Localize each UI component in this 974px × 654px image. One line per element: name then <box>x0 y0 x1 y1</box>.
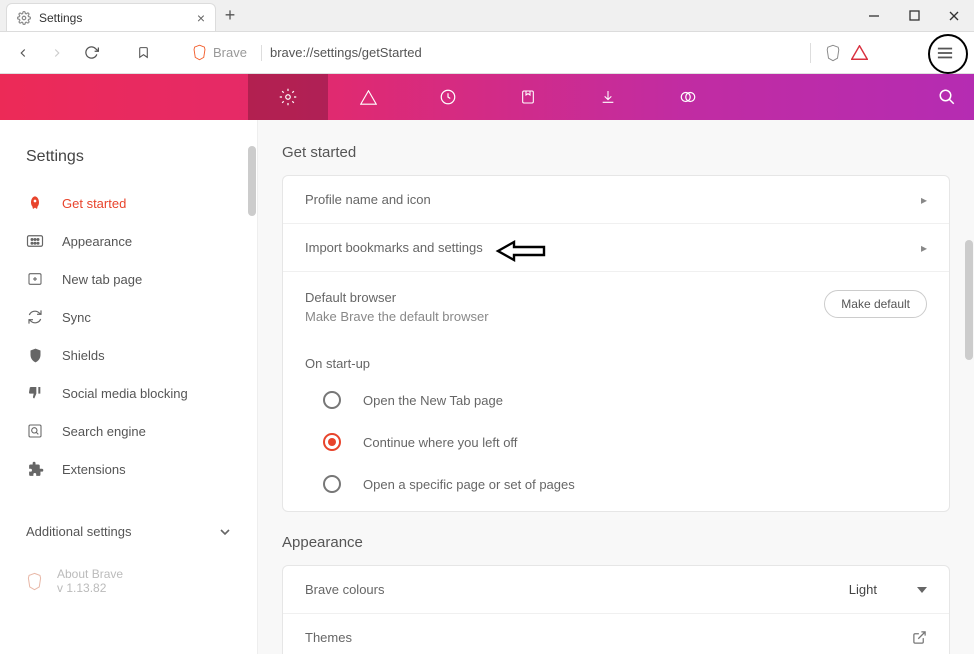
sidebar-item-label: New tab page <box>62 272 142 287</box>
additional-settings-toggle[interactable]: Additional settings <box>0 506 257 553</box>
settings-content: Get started Profile name and icon ▸ Impo… <box>258 120 974 654</box>
about-title: About Brave <box>57 567 123 581</box>
search-square-icon <box>26 422 44 440</box>
chevron-down-icon <box>219 528 231 536</box>
brave-colours-value: Light <box>849 582 877 597</box>
rocket-icon <box>26 194 44 212</box>
brave-colours-select[interactable]: Light <box>849 582 927 597</box>
startup-option-label: Continue where you left off <box>363 435 517 450</box>
sidebar-scrollbar[interactable] <box>248 146 256 216</box>
bookmark-button[interactable] <box>128 38 158 68</box>
hamburger-menu-button[interactable] <box>930 38 960 68</box>
default-browser-row: Default browser Make Brave the default b… <box>283 271 949 342</box>
strip-wallet-icon[interactable] <box>648 74 728 120</box>
forward-button[interactable] <box>42 38 72 68</box>
sidebar-heading: Settings <box>0 148 257 184</box>
shield-icon <box>26 346 44 364</box>
startup-option-new-tab[interactable]: Open the New Tab page <box>283 379 949 421</box>
sidebar-item-get-started[interactable]: Get started <box>0 184 257 222</box>
brave-shield-icon: Brave <box>192 44 262 61</box>
browser-tab[interactable]: Settings × <box>6 3 216 32</box>
radio-unchecked-icon <box>323 391 341 409</box>
sidebar-item-label: Get started <box>62 196 126 211</box>
brave-colours-row[interactable]: Brave colours Light <box>283 566 949 613</box>
maximize-button[interactable] <box>894 0 934 31</box>
import-row-label: Import bookmarks and settings <box>305 240 483 255</box>
puzzle-icon <box>26 460 44 478</box>
rewards-triangle-icon[interactable] <box>851 45 868 60</box>
radio-unchecked-icon <box>323 475 341 493</box>
chevron-right-icon: ▸ <box>921 193 927 207</box>
browser-toolbar: Brave brave://settings/getStarted <box>0 32 974 74</box>
settings-gear-icon <box>17 11 31 25</box>
sidebar-item-label: Search engine <box>62 424 146 439</box>
minimize-button[interactable] <box>854 0 894 31</box>
sync-icon <box>26 308 44 326</box>
themes-row[interactable]: Themes <box>283 613 949 654</box>
sidebar-item-search-engine[interactable]: Search engine <box>0 412 257 450</box>
sidebar-item-new-tab-page[interactable]: New tab page <box>0 260 257 298</box>
make-default-button[interactable]: Make default <box>824 290 927 318</box>
thumbs-down-icon <box>26 384 44 402</box>
sidebar-item-label: Shields <box>62 348 105 363</box>
sidebar-item-label: Extensions <box>62 462 126 477</box>
address-prefix: Brave <box>213 45 247 60</box>
address-bar[interactable]: Brave brave://settings/getStarted <box>184 38 798 68</box>
startup-option-specific[interactable]: Open a specific page or set of pages <box>283 463 949 511</box>
brave-lion-icon <box>26 572 43 591</box>
sidebar-item-sync[interactable]: Sync <box>0 298 257 336</box>
palette-icon <box>26 232 44 250</box>
brave-colours-label: Brave colours <box>305 582 384 597</box>
radio-checked-icon <box>323 433 341 451</box>
shield-outline-icon[interactable] <box>825 44 841 62</box>
settings-sidebar: Settings Get started Appearance New tab … <box>0 120 258 654</box>
profile-row-label: Profile name and icon <box>305 192 431 207</box>
startup-heading: On start-up <box>283 342 949 379</box>
reload-button[interactable] <box>76 38 106 68</box>
strip-downloads-icon[interactable] <box>568 74 648 120</box>
appearance-card: Brave colours Light Themes <box>282 565 950 654</box>
section-title-appearance: Appearance <box>282 534 950 551</box>
caret-down-icon <box>917 587 927 593</box>
about-version: v 1.13.82 <box>57 581 123 595</box>
sidebar-item-social-media-blocking[interactable]: Social media blocking <box>0 374 257 412</box>
sidebar-item-label: Appearance <box>62 234 132 249</box>
themes-label: Themes <box>305 630 352 645</box>
sidebar-item-shields[interactable]: Shields <box>0 336 257 374</box>
strip-search-icon[interactable] <box>938 88 956 106</box>
sidebar-item-label: Sync <box>62 310 91 325</box>
new-window-icon <box>26 270 44 288</box>
close-window-button[interactable] <box>934 0 974 31</box>
strip-history-icon[interactable] <box>408 74 488 120</box>
section-title-get-started: Get started <box>282 144 950 161</box>
strip-bookmarks-icon[interactable] <box>488 74 568 120</box>
close-tab-icon[interactable]: × <box>197 10 205 26</box>
about-brave[interactable]: About Brave v 1.13.82 <box>0 553 257 609</box>
sidebar-item-label: Social media blocking <box>62 386 188 401</box>
window-controls <box>854 0 974 31</box>
strip-settings-icon[interactable] <box>248 74 328 120</box>
sidebar-item-appearance[interactable]: Appearance <box>0 222 257 260</box>
content-scrollbar[interactable] <box>965 240 973 360</box>
additional-settings-label: Additional settings <box>26 524 132 539</box>
back-button[interactable] <box>8 38 38 68</box>
window-titlebar: Settings × + <box>0 0 974 32</box>
default-browser-title: Default browser <box>305 290 489 305</box>
url-text: brave://settings/getStarted <box>270 45 422 60</box>
main-area: Settings Get started Appearance New tab … <box>0 120 974 654</box>
external-link-icon <box>912 630 927 645</box>
default-browser-sub: Make Brave the default browser <box>305 309 489 324</box>
startup-option-label: Open a specific page or set of pages <box>363 477 575 492</box>
profile-row[interactable]: Profile name and icon ▸ <box>283 176 949 223</box>
strip-rewards-icon[interactable] <box>328 74 408 120</box>
chevron-right-icon: ▸ <box>921 241 927 255</box>
get-started-card: Profile name and icon ▸ Import bookmarks… <box>282 175 950 512</box>
sidebar-item-extensions[interactable]: Extensions <box>0 450 257 488</box>
import-bookmarks-row[interactable]: Import bookmarks and settings ▸ <box>283 223 949 271</box>
settings-category-strip <box>0 74 974 120</box>
startup-option-continue[interactable]: Continue where you left off <box>283 421 949 463</box>
tab-title: Settings <box>39 11 82 25</box>
new-tab-button[interactable]: + <box>216 0 244 31</box>
startup-option-label: Open the New Tab page <box>363 393 503 408</box>
